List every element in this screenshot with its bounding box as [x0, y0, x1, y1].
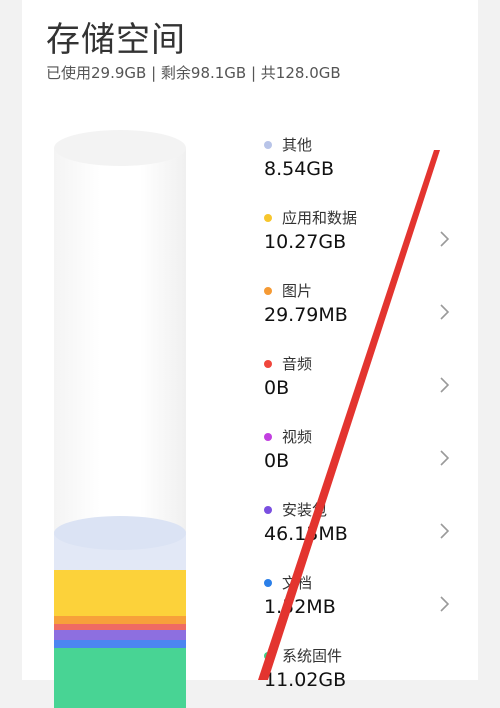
category-dot: [264, 141, 272, 149]
category-label: 系统固件: [282, 647, 343, 665]
cylinder-top: [54, 130, 186, 166]
category-dot: [264, 214, 272, 222]
page-title: 存储空间: [46, 20, 186, 60]
cylinder-layer-other-top: [54, 516, 186, 550]
category-dot: [264, 579, 272, 587]
chevron-right-icon[interactable]: [434, 229, 454, 249]
cylinder-layer-images: [54, 616, 186, 624]
category-item-documents[interactable]: 文档 1.52MB: [264, 572, 454, 632]
category-item-firmware: 系统固件 11.02GB: [264, 645, 454, 705]
category-value: 10.27GB: [264, 231, 347, 253]
chevron-right-icon[interactable]: [434, 521, 454, 541]
category-label: 安装包: [282, 501, 328, 519]
category-item-apps[interactable]: 应用和数据 10.27GB: [264, 207, 454, 267]
category-item-video[interactable]: 视频 0B: [264, 426, 454, 486]
category-value: 0B: [264, 450, 290, 472]
category-label: 图片: [282, 282, 313, 300]
storage-summary: 已使用29.9GB | 剩余98.1GB | 共128.0GB: [46, 64, 341, 82]
category-dot: [264, 433, 272, 441]
category-value: 11.02GB: [264, 669, 347, 691]
chevron-right-icon[interactable]: [434, 302, 454, 322]
category-dot: [264, 506, 272, 514]
category-value: 8.54GB: [264, 158, 335, 180]
category-dot: [264, 287, 272, 295]
category-dot: [264, 360, 272, 368]
cylinder-layer-firmware: [54, 648, 186, 708]
storage-cylinder-graphic: [54, 130, 186, 708]
category-dot: [264, 652, 272, 660]
chevron-right-icon[interactable]: [434, 594, 454, 614]
chevron-right-icon[interactable]: [434, 448, 454, 468]
category-value: 29.79MB: [264, 304, 348, 326]
cylinder-layer-docs: [54, 640, 186, 648]
category-label: 文档: [282, 574, 313, 592]
category-value: 1.52MB: [264, 596, 336, 618]
category-label: 其他: [282, 136, 313, 154]
category-label: 音频: [282, 355, 313, 373]
category-item-other: 其他 8.54GB: [264, 134, 454, 194]
cylinder-layer-apps: [54, 570, 186, 616]
category-item-images[interactable]: 图片 29.79MB: [264, 280, 454, 340]
category-value: 46.13MB: [264, 523, 348, 545]
chevron-right-icon[interactable]: [434, 375, 454, 395]
cylinder-layer-packages: [54, 630, 186, 640]
category-item-packages[interactable]: 安装包 46.13MB: [264, 499, 454, 559]
category-item-audio[interactable]: 音频 0B: [264, 353, 454, 413]
category-label: 视频: [282, 428, 313, 446]
category-label: 应用和数据: [282, 209, 358, 227]
category-value: 0B: [264, 377, 290, 399]
